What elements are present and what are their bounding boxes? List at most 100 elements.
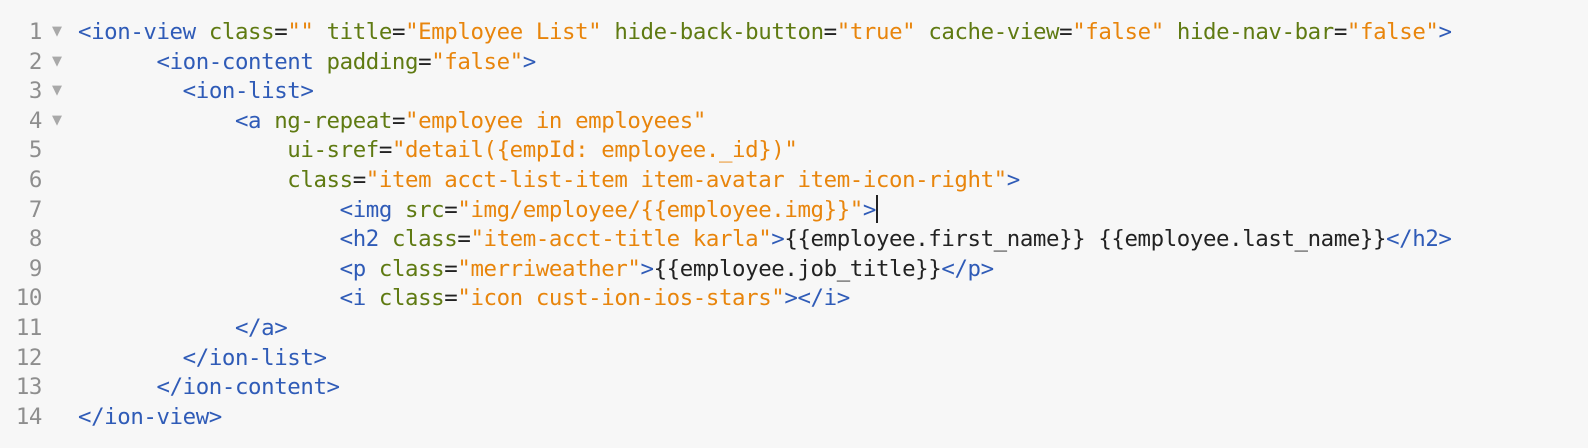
- code-token-text: =: [391, 107, 406, 134]
- code-line[interactable]: 14 </ion-view>: [0, 402, 1588, 432]
- code-token-attribute: src: [391, 196, 445, 223]
- code-token-attribute: cache-view: [915, 19, 1060, 45]
- code-content[interactable]: <i class="icon cust-ion-ios-stars"></i>: [78, 283, 851, 313]
- code-token-tag: <i: [339, 285, 367, 312]
- code-content[interactable]: <a ng-repeat="employee in employees": [78, 106, 706, 136]
- code-token-attribute: title: [313, 19, 393, 45]
- code-content[interactable]: <h2 class="item-acct-title karla">{{empl…: [78, 224, 1452, 254]
- code-token-tag: </ion-content>: [156, 374, 340, 401]
- code-token-text: =: [823, 19, 837, 45]
- code-token-attribute: padding: [313, 48, 419, 75]
- code-line[interactable]: 9 <p class="merriweather">{{employee.job…: [0, 254, 1588, 284]
- code-token-text: {{employee.job_title}}: [653, 255, 942, 282]
- code-token-tag: </ion-view>: [78, 403, 222, 430]
- code-token-attribute: class: [287, 167, 353, 193]
- code-token-attribute: class: [365, 285, 445, 312]
- line-number: 5: [28, 137, 42, 164]
- line-number: 9: [28, 255, 42, 282]
- fold-toggle-icon[interactable]: ▼: [52, 47, 62, 77]
- code-token-attribute: class: [195, 19, 275, 45]
- code-editor[interactable]: 1 ▼ <ion-view class="" title="Employee Lis…: [0, 0, 1588, 448]
- code-token-tag: >: [300, 78, 314, 105]
- code-token-tag: <ion-view: [78, 19, 196, 45]
- code-token-text: =: [444, 255, 458, 282]
- code-token-string: "true": [836, 19, 916, 45]
- code-token-tag: <ion-list: [182, 78, 301, 105]
- code-line[interactable]: 1 ▼ <ion-view class="" title="Employee Lis…: [0, 17, 1588, 47]
- code-token-string: "icon cust-ion-ios-stars": [457, 285, 785, 312]
- line-number: 7: [28, 196, 42, 223]
- code-content[interactable]: <p class="merriweather">{{employee.job_t…: [78, 254, 994, 284]
- code-token-string: "false": [1346, 19, 1439, 45]
- code-token-text: =: [274, 19, 288, 45]
- line-number: 4: [28, 107, 42, 134]
- code-token-tag: >: [640, 255, 654, 282]
- line-number: 12: [15, 344, 43, 371]
- code-content[interactable]: </ion-list>: [78, 343, 327, 373]
- line-number: 6: [28, 167, 42, 193]
- code-content[interactable]: </a>: [78, 313, 288, 343]
- line-number: 3: [28, 78, 42, 105]
- line-number: 13: [15, 374, 43, 401]
- line-number: 10: [15, 285, 43, 312]
- code-token-tag: ></i>: [784, 285, 850, 312]
- code-line[interactable]: 4 ▼ <a ng-repeat="employee in employees": [0, 106, 1588, 136]
- code-content[interactable]: <ion-content padding="false">: [78, 47, 536, 77]
- code-content[interactable]: <ion-view class="" title="Employee List"…: [78, 17, 1452, 47]
- code-token-text: =: [1059, 19, 1073, 45]
- code-line[interactable]: 11 </a>: [0, 313, 1588, 343]
- code-line[interactable]: 13 </ion-content>: [0, 372, 1588, 402]
- code-token-attribute: ui-sref: [287, 137, 379, 164]
- code-token-attribute: ng-repeat: [261, 107, 392, 134]
- line-number: 11: [15, 315, 43, 341]
- code-token-tag: >: [771, 226, 785, 253]
- code-token-tag: <img: [339, 196, 393, 223]
- fold-toggle-icon[interactable]: ▼: [52, 106, 62, 136]
- code-token-string: "false": [1072, 19, 1164, 45]
- code-content[interactable]: </ion-view>: [78, 402, 222, 432]
- code-token-text: =: [391, 19, 406, 45]
- code-token-string: "false": [431, 48, 523, 75]
- code-line[interactable]: 10 <i class="icon cust-ion-ios-stars"></…: [0, 283, 1588, 313]
- code-token-string: "merriweather": [457, 255, 641, 282]
- code-line[interactable]: 12 </ion-list>: [0, 343, 1588, 373]
- code-token-attribute: hide-back-button: [601, 19, 824, 45]
- code-line[interactable]: 7 <img src="img/employee/{{employee.img}…: [0, 194, 1588, 225]
- code-content[interactable]: class="item acct-list-item item-avatar i…: [78, 165, 1020, 195]
- code-token-text: =: [352, 167, 366, 193]
- code-line[interactable]: 8 <h2 class="item-acct-title karla">{{em…: [0, 224, 1588, 254]
- code-line[interactable]: 6 class="item acct-list-item item-avatar…: [0, 165, 1588, 195]
- code-token-tag: </h2>: [1386, 226, 1452, 253]
- code-content[interactable]: <ion-list>: [78, 76, 314, 106]
- line-number: 2: [28, 48, 42, 75]
- code-line[interactable]: 2 ▼ <ion-content padding="false">: [0, 47, 1588, 77]
- code-token-tag: >: [862, 196, 876, 223]
- line-number: 1: [28, 19, 42, 45]
- code-content[interactable]: <img src="img/employee/{{employee.img}}"…: [78, 194, 878, 225]
- code-token-string: "detail({empId: employee._id})": [391, 137, 798, 164]
- code-content[interactable]: ui-sref="detail({empId: employee._id})": [78, 135, 798, 165]
- code-line[interactable]: 3 ▼ <ion-list>: [0, 76, 1588, 106]
- code-content[interactable]: </ion-content>: [78, 372, 340, 402]
- fold-toggle-icon[interactable]: ▼: [52, 76, 62, 106]
- code-token-attribute: class: [365, 255, 445, 282]
- code-token-tag: <a: [234, 107, 262, 134]
- fold-toggle-icon[interactable]: ▼: [52, 17, 62, 47]
- code-token-text: =: [444, 285, 458, 312]
- code-token-tag: <h2: [339, 226, 380, 253]
- code-line[interactable]: 5 ui-sref="detail({empId: employee._id})…: [0, 135, 1588, 165]
- code-token-attribute: hide-nav-bar: [1163, 19, 1334, 45]
- code-token-text: =: [444, 196, 458, 223]
- code-token-text: =: [418, 48, 432, 75]
- code-token-string: "item-acct-title karla": [470, 226, 772, 253]
